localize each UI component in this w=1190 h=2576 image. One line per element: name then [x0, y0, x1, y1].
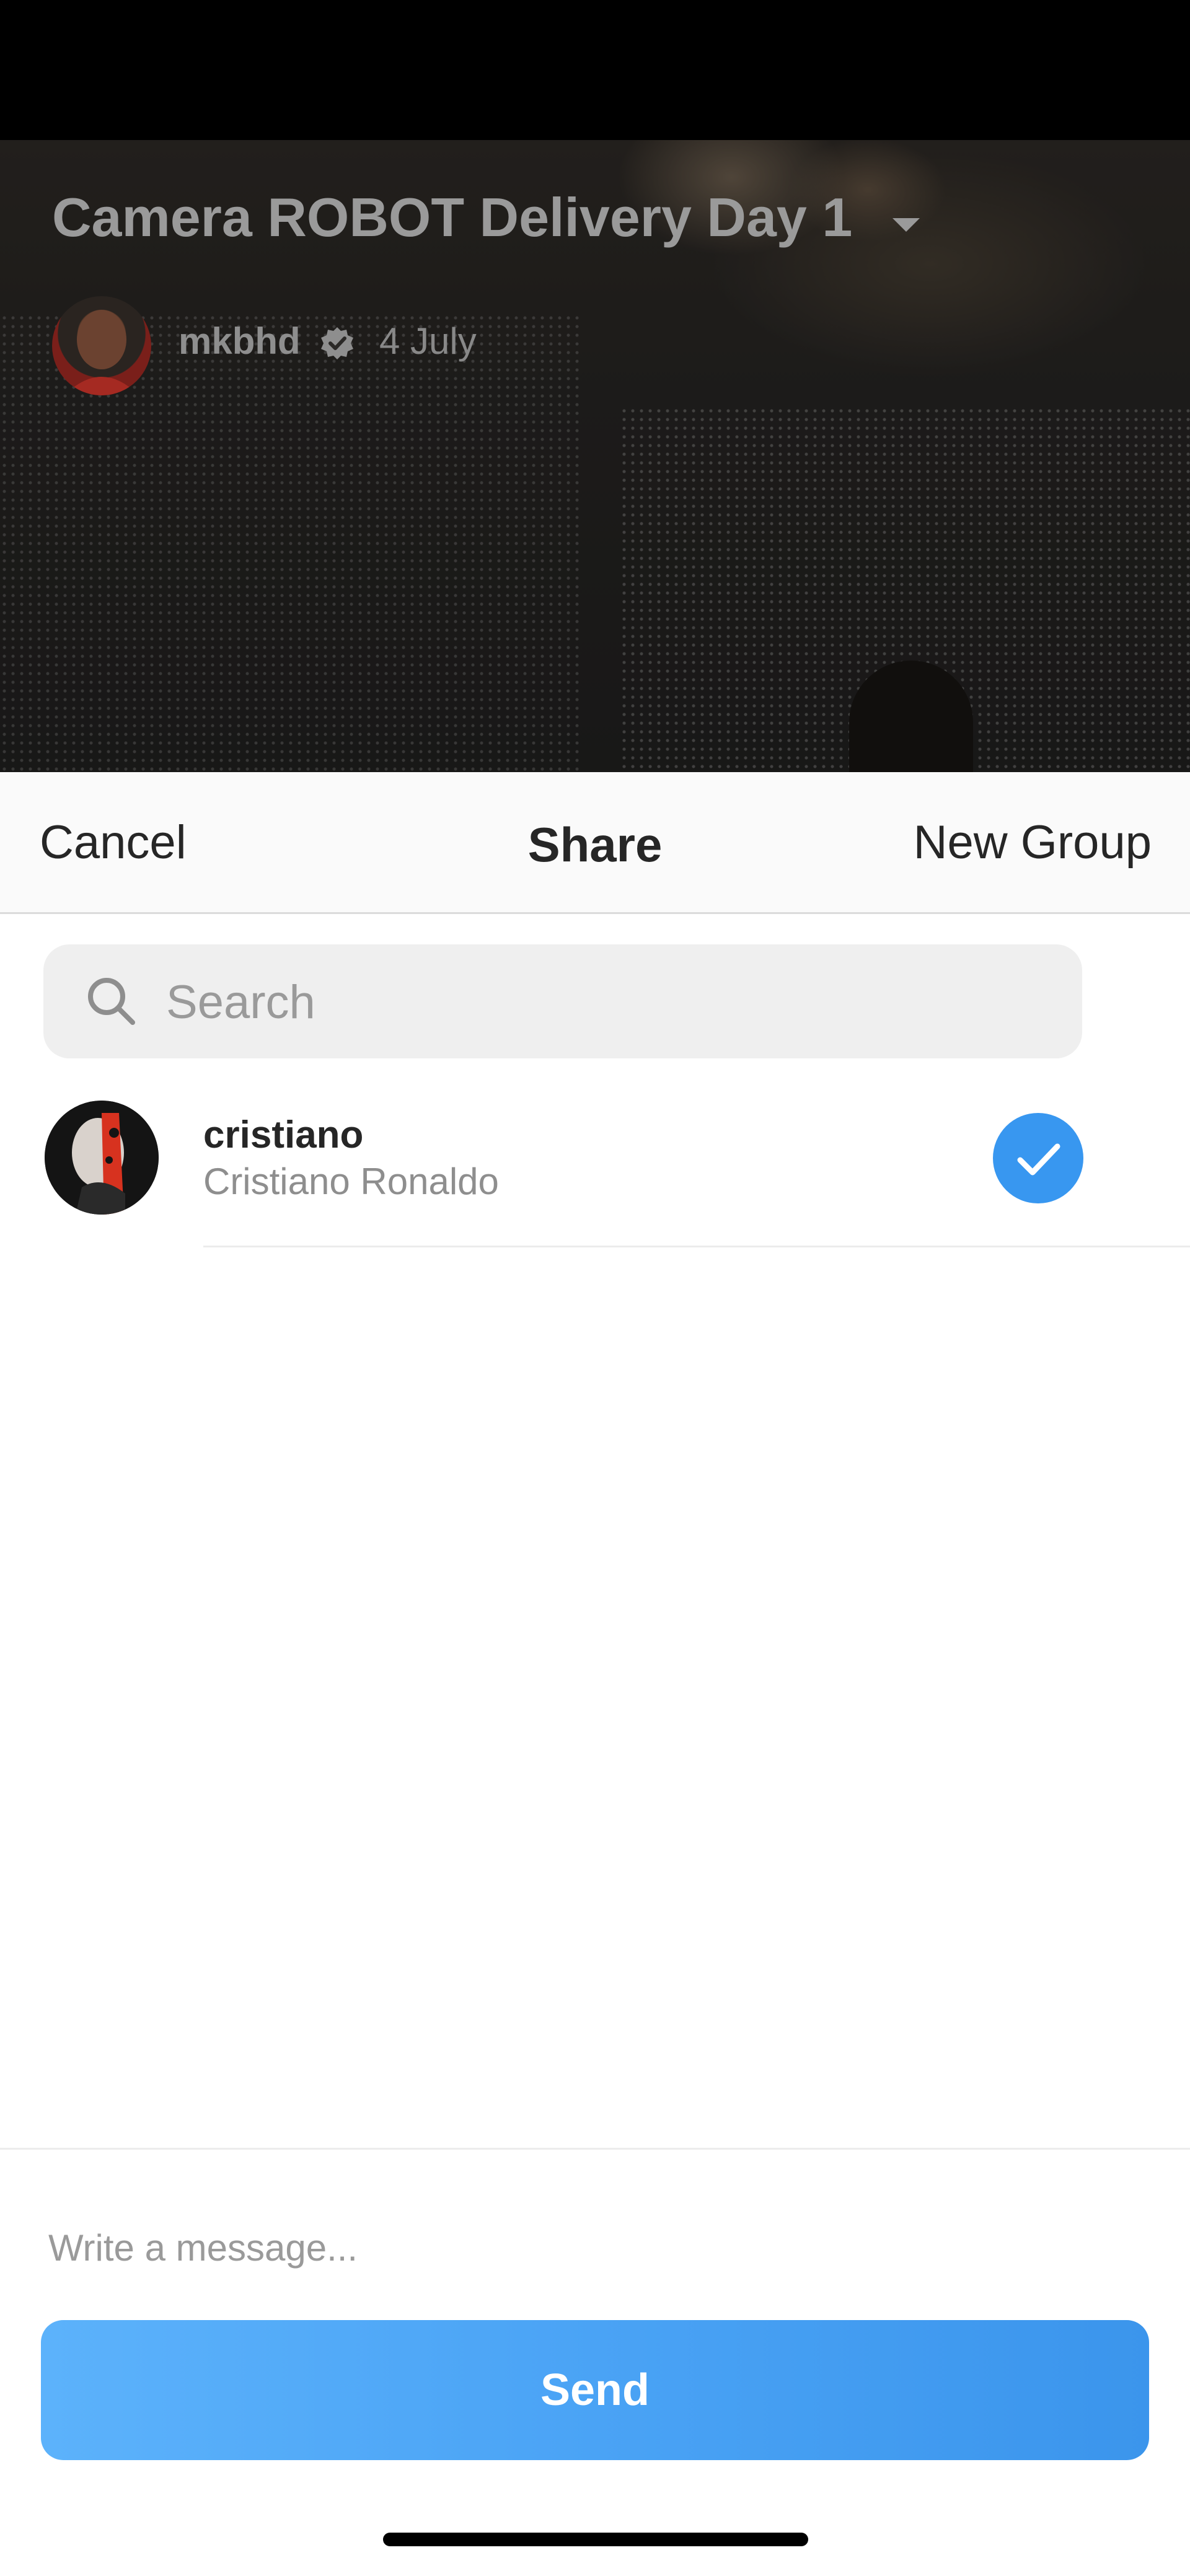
search-box[interactable]: [43, 944, 1082, 1060]
search-input[interactable]: [165, 944, 1060, 1060]
send-button[interactable]: Send: [41, 2320, 1149, 2460]
share-sheet: Cancel Share New Group cristiano Cristia…: [0, 772, 1190, 2576]
contact-avatar: [45, 1101, 159, 1215]
checkmark-icon: [1017, 1143, 1060, 1176]
home-indicator: [383, 2533, 808, 2546]
video-date: 4 July: [379, 320, 477, 362]
contact-row[interactable]: cristiano Cristiano Ronaldo: [0, 1083, 1190, 1247]
footer-divider: [0, 2148, 1190, 2150]
author-avatar-image: [64, 310, 139, 395]
share-sheet-header: Cancel Share New Group: [0, 772, 1190, 914]
chevron-down-icon[interactable]: [892, 218, 920, 232]
contact-avatar-image: [45, 1101, 159, 1215]
author-avatar: [52, 296, 151, 395]
contact-full-name: Cristiano Ronaldo: [203, 1161, 499, 1202]
status-bar: [0, 0, 1190, 140]
search-icon: [88, 978, 135, 1025]
verified-badge-icon: [321, 327, 353, 359]
video-title: Camera ROBOT Delivery Day 1: [52, 187, 853, 248]
author-name: mkbhd: [178, 320, 301, 362]
contact-username: cristiano: [203, 1114, 364, 1156]
contact-select-checkbox[interactable]: [993, 1113, 1083, 1203]
row-divider: [203, 1246, 1190, 1247]
message-input[interactable]: [47, 2216, 1153, 2279]
new-group-button[interactable]: New Group: [914, 815, 1152, 869]
